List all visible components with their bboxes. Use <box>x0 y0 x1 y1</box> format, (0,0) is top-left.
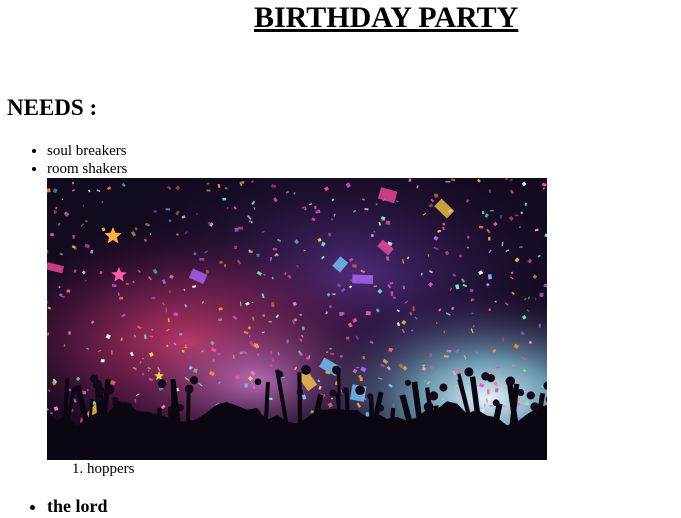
list-item-the-lord: the lord <box>47 494 108 518</box>
list-item-hoppers: hoppers <box>87 460 667 478</box>
page-title: BIRTHDAY PARTY <box>254 1 519 34</box>
list-item-room-shakers: room shakers <box>47 160 667 478</box>
list-item-room-shakers-label: room shakers <box>47 161 128 177</box>
confetti-crowd-image <box>47 178 547 460</box>
hoppers-list: hoppers <box>47 460 667 478</box>
bold-list: the lord <box>7 494 108 518</box>
needs-heading: NEEDS : <box>7 95 98 120</box>
needs-list: soul breakers room shakers <box>7 142 667 478</box>
list-item-soul-breakers: soul breakers <box>47 142 667 160</box>
party-confetti-photo <box>47 178 547 460</box>
